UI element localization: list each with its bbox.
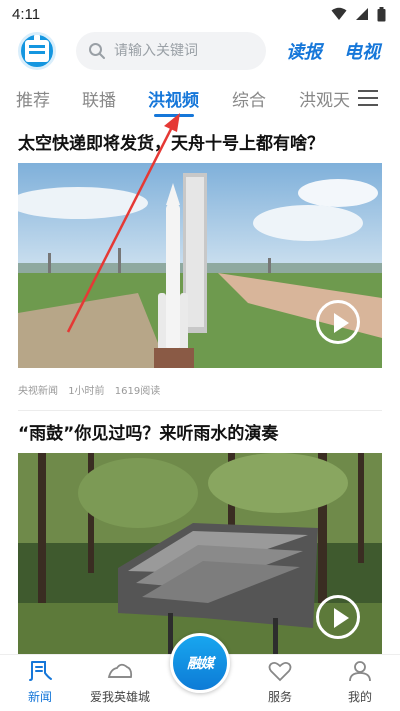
media-center-label: 融媒 (187, 656, 214, 672)
app-logo[interactable] (18, 32, 56, 70)
article-title[interactable]: 太空快递即将发货，天舟十号上都有啥？ (18, 132, 382, 156)
media-center-button[interactable]: 融媒 (170, 633, 230, 693)
profile-icon (349, 661, 371, 682)
article-card[interactable]: 太空快递即将发货，天舟十号上都有啥？ 央视新闻 1小时前 1619阅读 (18, 132, 382, 402)
tab-general[interactable]: 综合 (232, 86, 266, 111)
search-input[interactable] (114, 43, 254, 59)
play-icon[interactable] (316, 595, 360, 639)
nav-label: 服务 (267, 690, 292, 704)
article-meta: 央视新闻 1小时前 1619阅读 (18, 382, 167, 397)
search-icon (89, 43, 105, 59)
channel-tabs: 推荐 联播 洪视频 综合 洪观天 (0, 80, 400, 117)
tab-hong-video[interactable]: 洪视频 (148, 86, 199, 111)
status-time: 4:11 (12, 5, 41, 23)
bottom-nav: 新闻 爱我英雄城 融媒 服务 我的 (0, 633, 400, 711)
battery-icon (377, 6, 386, 21)
article-read-count: 1619阅读 (114, 386, 161, 397)
signal-icon (356, 8, 368, 20)
menu-icon[interactable] (358, 90, 380, 106)
article-time: 1小时前 (68, 386, 105, 397)
status-icons (331, 6, 386, 22)
tab-broadcast[interactable]: 联播 (82, 86, 116, 111)
play-icon[interactable] (316, 300, 360, 344)
article-thumbnail[interactable] (18, 453, 382, 663)
nav-label: 爱我英雄城 (89, 690, 150, 704)
tab-hong-observe[interactable]: 洪观天 (299, 86, 351, 111)
app-header: 读报 电视 (0, 28, 400, 76)
nav-label: 新闻 (27, 690, 52, 704)
tv-link[interactable]: 电视 (344, 38, 380, 64)
read-newspaper-link[interactable]: 读报 (286, 38, 322, 64)
article-thumbnail[interactable] (18, 163, 382, 368)
heart-icon (268, 661, 292, 682)
city-icon (107, 663, 133, 678)
divider (18, 410, 382, 411)
article-title[interactable]: “雨鼓”你见过吗？来听雨水的演奏 (18, 422, 382, 446)
search-bar[interactable] (76, 32, 266, 70)
tab-recommend[interactable]: 推荐 (16, 86, 50, 111)
status-bar: 4:11 (0, 0, 400, 28)
nav-news[interactable]: 新闻 (0, 659, 80, 705)
nav-label: 我的 (347, 690, 372, 704)
article-card[interactable]: “雨鼓”你见过吗？来听雨水的演奏 (18, 422, 382, 663)
news-icon (29, 661, 52, 681)
wifi-icon (331, 7, 347, 20)
nav-hero-city[interactable]: 爱我英雄城 (80, 659, 160, 705)
active-tab-indicator (154, 114, 194, 117)
nav-profile[interactable]: 我的 (320, 659, 400, 705)
nav-service[interactable]: 服务 (240, 659, 320, 705)
article-source: 央视新闻 (18, 386, 58, 397)
